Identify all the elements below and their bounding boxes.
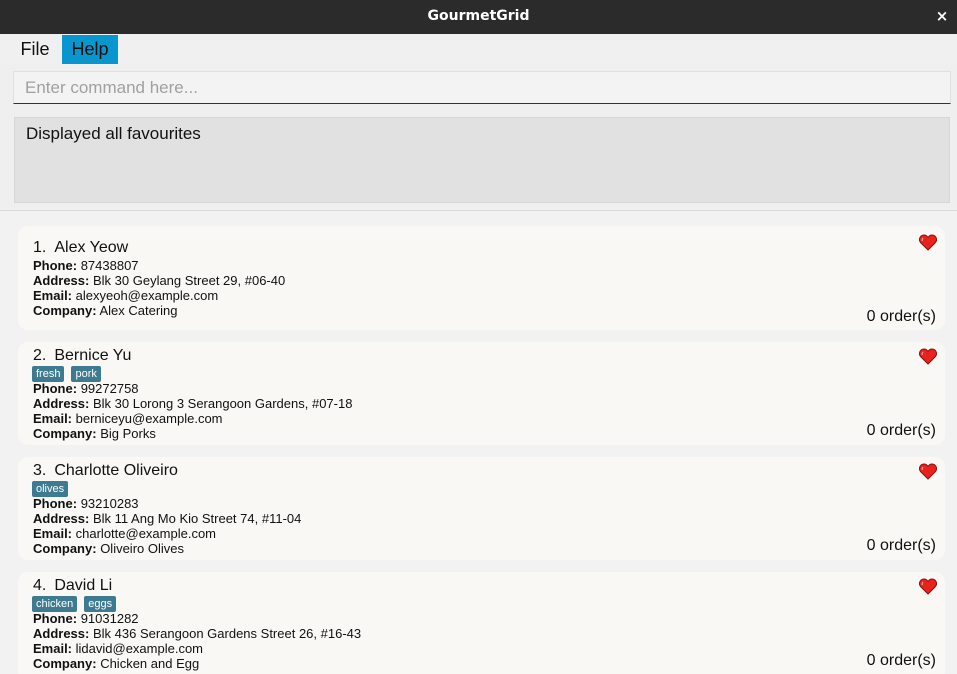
phone-value: 99272758	[80, 381, 139, 396]
phone-value: 91031282	[80, 611, 139, 626]
contact-name-line: 3. Charlotte Oliveiro	[33, 462, 178, 480]
address-value: Blk 436 Serangoon Gardens Street 26, #16…	[92, 626, 362, 641]
address-field: Address: Blk 436 Serangoon Gardens Stree…	[33, 626, 361, 641]
address-label: Address:	[33, 511, 90, 526]
title-bar: GourmetGrid ×	[0, 0, 957, 34]
tag-list: fresh pork	[32, 366, 101, 382]
contact-card[interactable]: 4. David Li chicken eggs Phone: 91031282 …	[18, 572, 945, 674]
contact-name: Bernice Yu	[54, 347, 132, 364]
heart-icon[interactable]	[919, 578, 937, 595]
email-field: Email: lidavid@example.com	[33, 641, 203, 656]
contact-card[interactable]: 1. Alex Yeow Phone: 87438807 Address: Blk…	[18, 226, 945, 330]
company-value: Alex Catering	[99, 303, 178, 318]
contact-name: Charlotte Oliveiro	[54, 462, 178, 479]
command-input[interactable]	[14, 72, 950, 103]
phone-value: 93210283	[80, 496, 139, 511]
email-field: Email: alexyeoh@example.com	[33, 288, 218, 303]
phone-field: Phone: 93210283	[33, 496, 139, 511]
address-label: Address:	[33, 273, 90, 288]
menu-help[interactable]: Help	[62, 35, 118, 64]
company-label: Company:	[33, 303, 97, 318]
address-field: Address: Blk 30 Lorong 3 Serangoon Garde…	[33, 396, 352, 411]
address-value: Blk 30 Lorong 3 Serangoon Gardens, #07-1…	[92, 396, 353, 411]
contact-card[interactable]: 2. Bernice Yu fresh pork Phone: 99272758 …	[18, 342, 945, 445]
tag: chicken	[32, 596, 78, 612]
tag: olives	[32, 481, 69, 497]
address-label: Address:	[33, 396, 90, 411]
phone-label: Phone:	[33, 611, 78, 626]
company-field: Company: Alex Catering	[33, 303, 178, 318]
contact-list: 1. Alex Yeow Phone: 87438807 Address: Blk…	[0, 211, 957, 674]
menu-file[interactable]: File	[13, 35, 57, 64]
contact-name-line: 2. Bernice Yu	[33, 347, 131, 365]
contact-index: 2.	[33, 347, 47, 364]
company-field: Company: Chicken and Egg	[33, 656, 199, 671]
tag: eggs	[84, 596, 117, 612]
company-field: Company: Big Porks	[33, 426, 156, 441]
heart-icon[interactable]	[919, 234, 937, 251]
result-message: Displayed all favourites	[26, 124, 201, 143]
address-label: Address:	[33, 626, 90, 641]
company-label: Company:	[33, 541, 97, 556]
email-value: charlotte@example.com	[75, 526, 217, 541]
tag: pork	[71, 366, 101, 382]
address-field: Address: Blk 30 Geylang Street 29, #06-4…	[33, 273, 285, 288]
contact-name-line: 1. Alex Yeow	[33, 239, 128, 257]
heart-icon[interactable]	[919, 463, 937, 480]
email-field: Email: charlotte@example.com	[33, 526, 216, 541]
close-icon[interactable]: ×	[935, 7, 949, 25]
company-value: Oliveiro Olives	[100, 541, 184, 556]
window-title: GourmetGrid	[427, 8, 530, 24]
address-field: Address: Blk 11 Ang Mo Kio Street 74, #1…	[33, 511, 301, 526]
phone-field: Phone: 91031282	[33, 611, 139, 626]
contact-name: Alex Yeow	[54, 239, 129, 256]
email-label: Email:	[33, 641, 73, 656]
company-value: Big Porks	[100, 426, 156, 441]
contact-name-line: 4. David Li	[33, 577, 112, 595]
order-count: 0 order(s)	[866, 422, 936, 439]
company-value: Chicken and Egg	[100, 656, 200, 671]
tag-list: olives	[32, 481, 69, 497]
order-count: 0 order(s)	[866, 308, 936, 325]
tag: fresh	[32, 366, 65, 382]
heart-icon[interactable]	[919, 348, 937, 365]
company-label: Company:	[33, 656, 97, 671]
contact-index: 4.	[33, 577, 47, 594]
address-value: Blk 30 Geylang Street 29, #06-40	[92, 273, 286, 288]
contact-card[interactable]: 3. Charlotte Oliveiro olives Phone: 93210…	[18, 457, 945, 560]
address-value: Blk 11 Ang Mo Kio Street 74, #11-04	[92, 511, 302, 526]
email-value: berniceyu@example.com	[75, 411, 223, 426]
email-label: Email:	[33, 411, 73, 426]
result-display: Displayed all favourites	[14, 117, 950, 203]
contact-index: 3.	[33, 462, 47, 479]
order-count: 0 order(s)	[866, 537, 936, 554]
order-count: 0 order(s)	[866, 652, 936, 669]
phone-value: 87438807	[80, 258, 139, 273]
contact-name: David Li	[54, 577, 113, 594]
email-field: Email: berniceyu@example.com	[33, 411, 223, 426]
email-value: lidavid@example.com	[75, 641, 203, 656]
email-label: Email:	[33, 288, 73, 303]
company-field: Company: Oliveiro Olives	[33, 541, 184, 556]
phone-label: Phone:	[33, 381, 78, 396]
email-label: Email:	[33, 526, 73, 541]
phone-label: Phone:	[33, 258, 78, 273]
phone-label: Phone:	[33, 496, 78, 511]
company-label: Company:	[33, 426, 97, 441]
command-box	[13, 71, 951, 104]
menu-bar: File Help	[0, 34, 957, 64]
tag-list: chicken eggs	[32, 596, 117, 612]
phone-field: Phone: 99272758	[33, 381, 139, 396]
phone-field: Phone: 87438807	[33, 258, 139, 273]
email-value: alexyeoh@example.com	[75, 288, 219, 303]
contact-index: 1.	[33, 239, 47, 256]
